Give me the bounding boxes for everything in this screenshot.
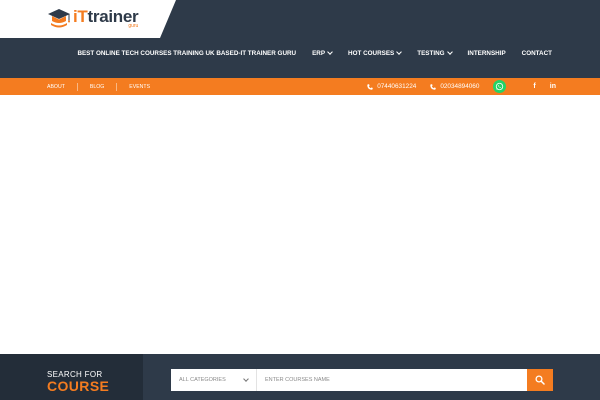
nav-item-internship[interactable]: INTERNSHIP <box>468 50 506 57</box>
nav-item-erp[interactable]: ERP <box>312 49 333 57</box>
whatsapp-button[interactable] <box>493 80 507 93</box>
nav-item-hot-courses[interactable]: HOT COURSES <box>348 49 403 57</box>
nav-item-home-tagline[interactable]: BEST ONLINE TECH COURSES TRAINING UK BAS… <box>77 50 296 57</box>
page: iTtrainer guru BEST ONLINE TECH COURSES … <box>0 0 600 400</box>
chevron-down-icon <box>327 49 333 55</box>
site-header: iTtrainer guru BEST ONLINE TECH COURSES … <box>0 0 600 78</box>
phone-icon <box>430 83 437 90</box>
logo-text: iTtrainer guru <box>73 6 139 29</box>
phone-number-2: 02034894060 <box>440 83 480 90</box>
nav-item-testing[interactable]: TESTING <box>417 49 453 57</box>
chevron-down-icon <box>446 49 453 55</box>
logo-name-accent: iT <box>73 6 88 26</box>
category-select[interactable]: ALL CATEGORIES <box>171 369 257 391</box>
course-search-form: ALL CATEGORIES <box>171 369 553 391</box>
phone-icon <box>367 83 373 90</box>
site-logo[interactable]: iTtrainer guru <box>47 6 139 30</box>
link-about[interactable]: ABOUT <box>47 83 77 91</box>
chevron-down-icon <box>396 49 403 55</box>
main-nav: BEST ONLINE TECH COURSES TRAINING UK BAS… <box>77 49 552 57</box>
link-events[interactable]: EVENTS <box>116 82 162 91</box>
nav-item-contact[interactable]: CONTACT <box>522 50 552 57</box>
linkedin-link[interactable]: in <box>550 83 556 90</box>
phone-number-1: 07440631224 <box>377 83 417 90</box>
link-blog[interactable]: BLOG <box>76 82 116 91</box>
graduation-cap-icon <box>47 6 71 30</box>
search-button[interactable] <box>527 369 553 391</box>
search-icon <box>535 375 545 385</box>
nav-item-label: ERP <box>312 50 326 57</box>
info-bar-links: ABOUT BLOG EVENTS <box>47 78 162 95</box>
phone-link-2[interactable]: 02034894060 <box>430 83 479 90</box>
whatsapp-icon <box>496 82 504 91</box>
course-search-input[interactable] <box>257 369 527 391</box>
nav-item-label: CONTACT <box>521 50 552 57</box>
search-label-bottom: COURSE <box>47 378 110 394</box>
facebook-link[interactable]: f <box>533 83 535 90</box>
nav-item-label: HOT COURSES <box>348 50 395 57</box>
nav-item-label: BEST ONLINE TECH COURSES TRAINING UK BAS… <box>77 50 297 57</box>
category-select-value: ALL CATEGORIES <box>179 377 226 383</box>
nav-item-label: INTERNSHIP <box>467 50 506 57</box>
phone-link-1[interactable]: 07440631224 <box>367 83 416 90</box>
info-bar: ABOUT BLOG EVENTS 07440631224 0203489406… <box>0 78 600 95</box>
nav-item-label: TESTING <box>417 50 445 57</box>
search-label-block: SEARCH FOR COURSE <box>0 354 143 400</box>
logo-name: iTtrainer <box>73 6 139 26</box>
info-bar-contacts: 07440631224 02034894060 f in <box>367 78 556 95</box>
chevron-down-icon <box>243 376 249 382</box>
